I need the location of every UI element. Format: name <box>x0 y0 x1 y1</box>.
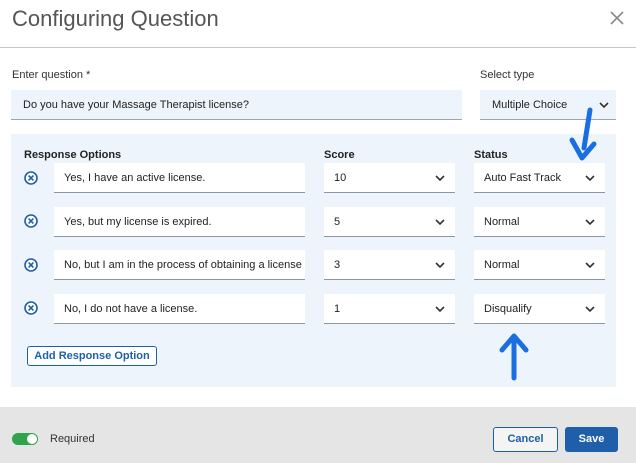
score-value: 10 <box>334 172 347 184</box>
status-select[interactable]: Normal <box>474 250 605 280</box>
response-options-header: Response Options <box>24 149 122 161</box>
status-header: Status <box>474 149 508 161</box>
chevron-down-icon <box>585 175 595 182</box>
cancel-button[interactable]: Cancel <box>493 427 558 452</box>
annotation-arrow-down-icon <box>569 107 597 161</box>
status-value: Disqualify <box>484 303 532 315</box>
score-select[interactable]: 3 <box>324 250 455 280</box>
score-select[interactable]: 5 <box>324 207 455 237</box>
status-value: Normal <box>484 259 520 271</box>
required-label: Required <box>50 433 95 445</box>
chevron-down-icon <box>585 306 595 313</box>
chevron-down-icon <box>585 262 595 269</box>
response-option-input[interactable]: Yes, but my license is expired. <box>54 207 305 237</box>
response-option-input[interactable]: No, I do not have a license. <box>54 294 305 324</box>
circle-x-icon <box>24 214 38 228</box>
status-select[interactable]: Auto Fast Track <box>474 163 605 193</box>
score-header: Score <box>324 149 355 161</box>
question-label: Enter question * <box>12 69 91 81</box>
remove-response-icon[interactable] <box>24 171 38 185</box>
close-icon-graphic <box>610 11 624 25</box>
score-value: 1 <box>334 303 341 315</box>
annotation-arrow-up-icon <box>499 333 529 381</box>
dialog-header: Configuring Question <box>0 0 636 48</box>
type-label: Select type <box>480 69 535 81</box>
score-value: 3 <box>334 259 341 271</box>
status-value: Normal <box>484 216 520 228</box>
close-icon[interactable] <box>606 8 628 30</box>
status-select[interactable]: Disqualify <box>474 294 605 324</box>
save-button[interactable]: Save <box>565 427 618 452</box>
status-value: Auto Fast Track <box>484 172 562 184</box>
circle-x-icon <box>24 301 38 315</box>
response-option-input[interactable]: Yes, I have an active license. <box>54 163 305 193</box>
status-select[interactable]: Normal <box>474 207 605 237</box>
chevron-down-icon <box>585 219 595 226</box>
remove-response-icon[interactable] <box>24 214 38 228</box>
chevron-down-icon <box>435 306 445 313</box>
chevron-down-icon <box>435 262 445 269</box>
question-input[interactable]: Do you have your Massage Therapist licen… <box>11 90 462 120</box>
score-select[interactable]: 10 <box>324 163 455 193</box>
dialog-footer: Required Cancel Save <box>0 407 636 463</box>
dialog-title: Configuring Question <box>12 6 219 31</box>
type-select-value: Multiple Choice <box>492 99 568 111</box>
response-option-input[interactable]: No, but I am in the process of obtaining… <box>54 250 305 280</box>
circle-x-icon <box>24 258 38 272</box>
score-value: 5 <box>334 216 341 228</box>
toggle-knob <box>27 434 37 444</box>
circle-x-icon <box>24 171 38 185</box>
chevron-down-icon <box>435 219 445 226</box>
remove-response-icon[interactable] <box>24 258 38 272</box>
chevron-down-icon <box>435 175 445 182</box>
add-response-option-button[interactable]: Add Response Option <box>27 346 157 366</box>
score-select[interactable]: 1 <box>324 294 455 324</box>
required-toggle[interactable] <box>12 433 38 445</box>
remove-response-icon[interactable] <box>24 301 38 315</box>
